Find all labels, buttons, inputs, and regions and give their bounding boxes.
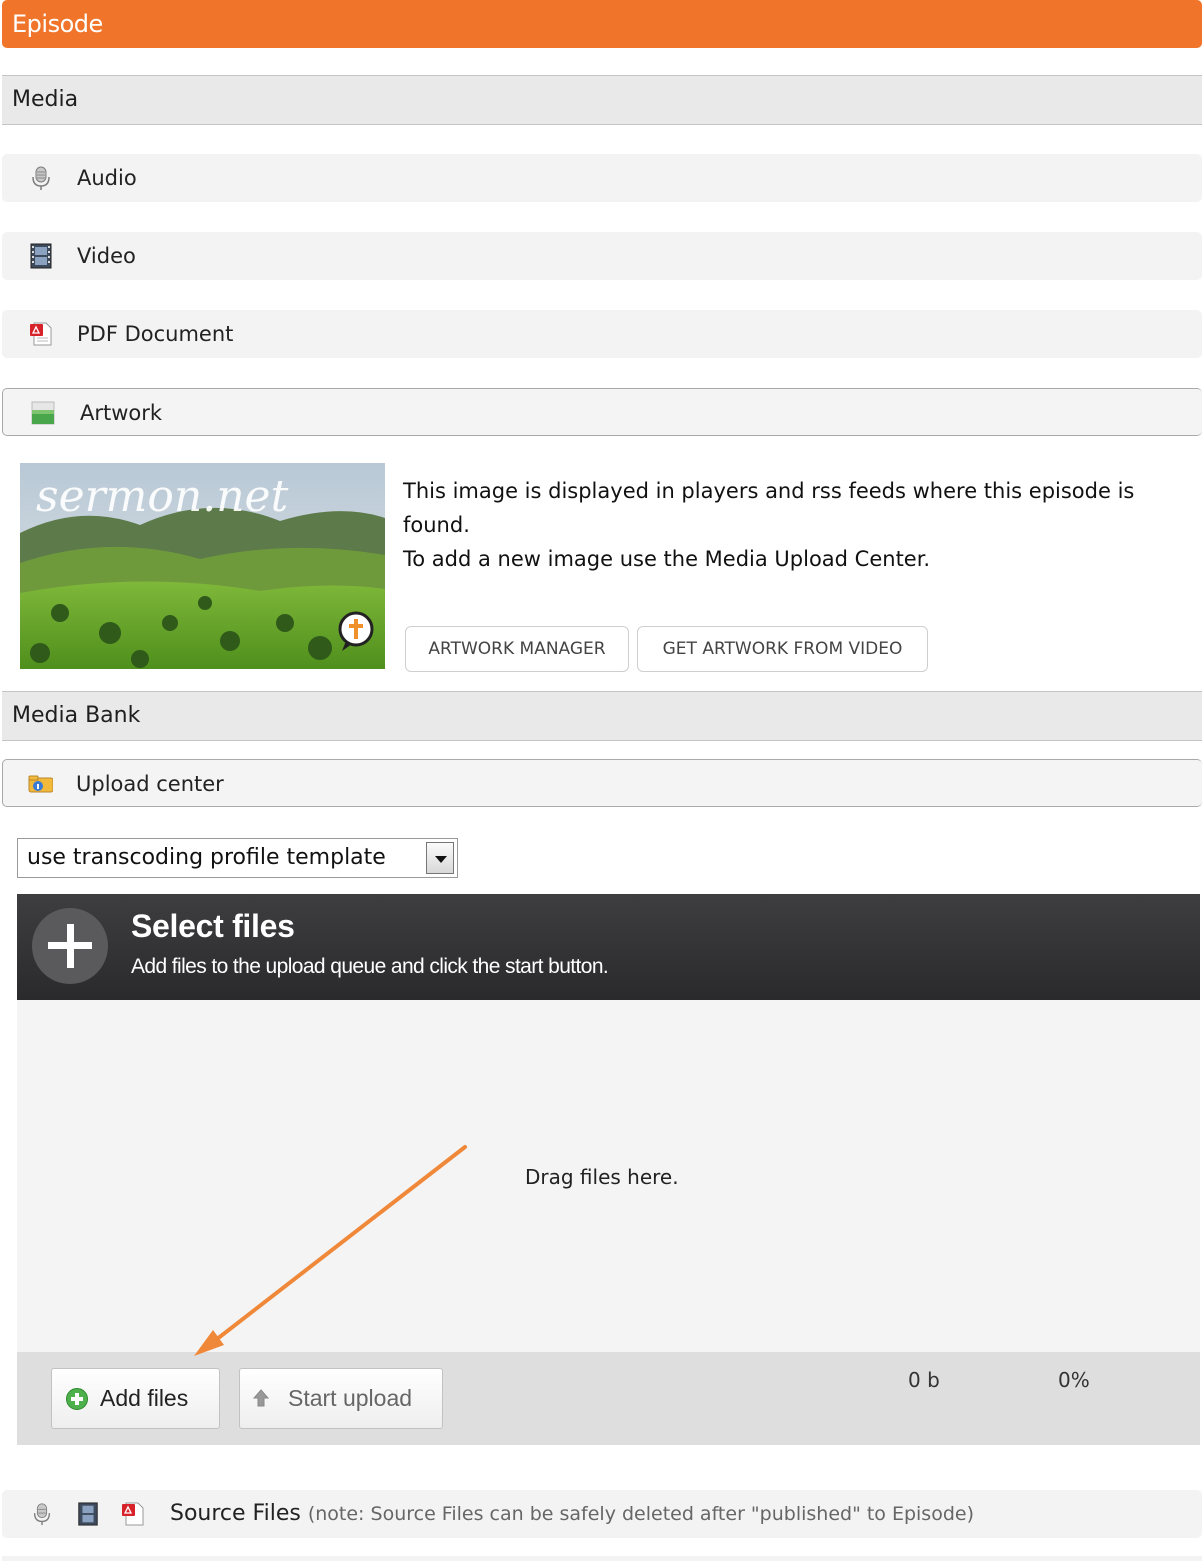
film-icon [78, 1502, 98, 1526]
source-files-row[interactable]: Source Files (note: Source Files can be … [2, 1490, 1202, 1538]
source-files-title: Source Files [170, 1501, 301, 1526]
annotation-arrow [194, 1145, 467, 1356]
pdf-icon [122, 1502, 144, 1526]
next-row-edge [2, 1556, 1202, 1561]
microphone-icon [33, 1503, 51, 1526]
source-files-label: Source Files (note: Source Files can be … [170, 1490, 974, 1538]
source-files-note: (note: Source Files can be safely delete… [307, 1503, 974, 1525]
